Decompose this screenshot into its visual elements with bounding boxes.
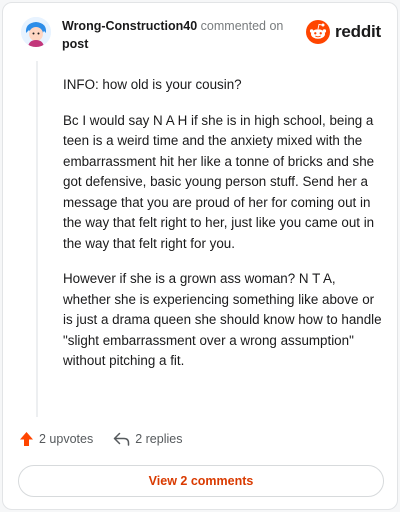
reply-count: 2 replies (135, 432, 183, 446)
comment-header: Wrong-Construction40 commented on post r… (21, 15, 381, 59)
reddit-logo-icon (305, 20, 330, 44)
comment-paragraph: However if she is a grown ass woman? N T… (63, 271, 382, 368)
replies-button[interactable]: 2 replies (113, 432, 182, 446)
comment-paragraph: Bc I would say N A H if she is in high s… (63, 112, 375, 251)
reply-arrow-icon (113, 432, 130, 446)
upvote-button[interactable]: 2 upvotes (19, 431, 93, 447)
upvote-count: 2 upvotes (39, 432, 94, 446)
comment-actions: 2 upvotes 2 replies (19, 431, 182, 447)
comment-paragraph: INFO: how old is your cousin? (63, 77, 242, 92)
comment-card: Wrong-Construction40 commented on post r… (2, 2, 398, 510)
user-avatar-icon[interactable] (21, 17, 51, 47)
comment-body: INFO: how old is your cousin? Bc I would… (63, 75, 385, 387)
thread-line (36, 61, 38, 417)
reddit-brand[interactable]: reddit (305, 19, 381, 45)
comment-meta: Wrong-Construction40 commented on post (62, 17, 312, 53)
commented-on-text: commented on (200, 19, 284, 33)
view-comments-button[interactable]: View 2 comments (18, 465, 384, 497)
reddit-wordmark: reddit (334, 22, 381, 41)
upvote-arrow-icon (20, 432, 33, 446)
author-username[interactable]: Wrong-Construction40 (62, 19, 197, 33)
post-link[interactable]: post (62, 35, 312, 53)
